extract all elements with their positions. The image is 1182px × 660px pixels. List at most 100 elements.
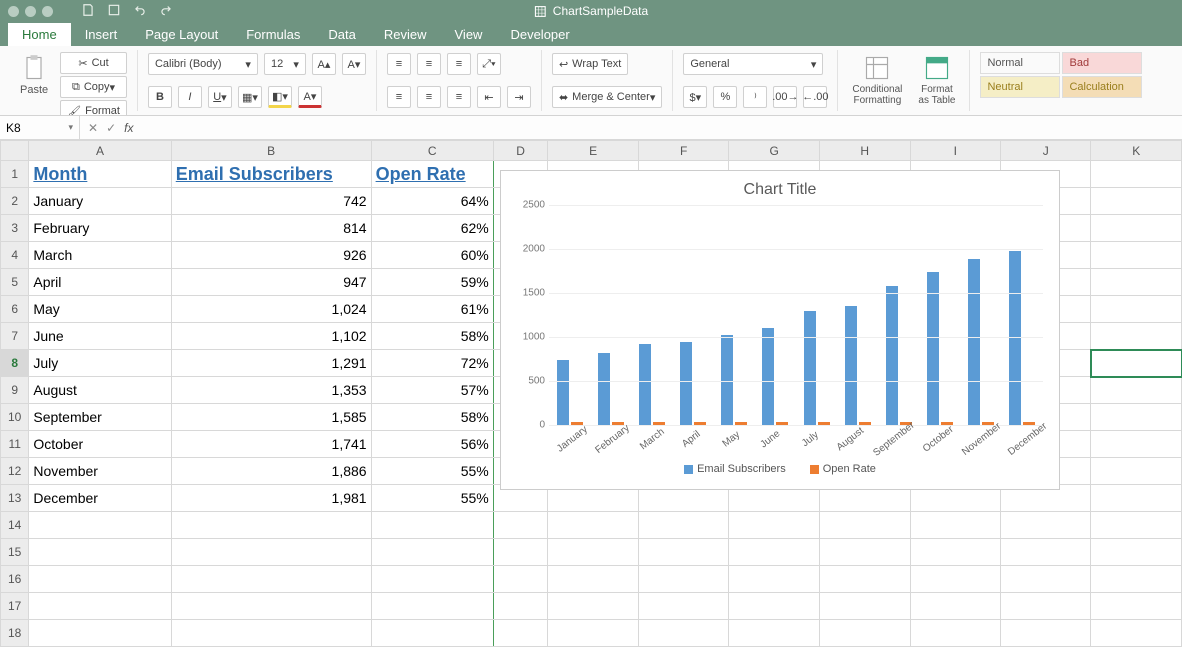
- cell-B14[interactable]: [171, 512, 371, 539]
- cell-D18[interactable]: [493, 620, 548, 647]
- cell-I14[interactable]: [910, 512, 1000, 539]
- cell-B4[interactable]: 926: [171, 242, 371, 269]
- close-window-icon[interactable]: [8, 6, 19, 17]
- save-alt-icon[interactable]: [107, 3, 121, 20]
- cell-H17[interactable]: [820, 593, 911, 620]
- cell-B12[interactable]: 1,886: [171, 458, 371, 485]
- col-header-G[interactable]: G: [729, 141, 820, 161]
- orientation-icon[interactable]: ⤢▾: [477, 53, 501, 75]
- cell-B1[interactable]: Email Subscribers: [171, 161, 371, 188]
- conditional-formatting-button[interactable]: Conditional Formatting: [848, 52, 906, 108]
- align-right-icon[interactable]: ≡: [447, 86, 471, 108]
- cell-A12[interactable]: November: [29, 458, 171, 485]
- font-size-select[interactable]: 12 ▾: [264, 53, 306, 75]
- cell-C9[interactable]: 57%: [371, 377, 493, 404]
- cell-K3[interactable]: [1091, 215, 1182, 242]
- cell-A17[interactable]: [29, 593, 171, 620]
- cell-B8[interactable]: 1,291: [171, 350, 371, 377]
- cell-D16[interactable]: [493, 566, 548, 593]
- cell-B13[interactable]: 1,981: [171, 485, 371, 512]
- style-neutral[interactable]: Neutral: [980, 76, 1060, 98]
- redo-icon[interactable]: [159, 3, 173, 20]
- cell-C8[interactable]: 72%: [371, 350, 493, 377]
- underline-button[interactable]: U▾: [208, 86, 232, 108]
- cell-C6[interactable]: 61%: [371, 296, 493, 323]
- cell-B3[interactable]: 814: [171, 215, 371, 242]
- row-header-9[interactable]: 9: [1, 377, 29, 404]
- cell-C11[interactable]: 56%: [371, 431, 493, 458]
- cell-K7[interactable]: [1091, 323, 1182, 350]
- row-header-11[interactable]: 11: [1, 431, 29, 458]
- cell-C2[interactable]: 64%: [371, 188, 493, 215]
- cut-button[interactable]: ✂ Cut: [60, 52, 127, 74]
- style-normal[interactable]: Normal: [980, 52, 1060, 74]
- increase-font-icon[interactable]: A▴: [312, 53, 336, 75]
- cell-G18[interactable]: [729, 620, 820, 647]
- row-header-10[interactable]: 10: [1, 404, 29, 431]
- minimize-window-icon[interactable]: [25, 6, 36, 17]
- cell-A6[interactable]: May: [29, 296, 171, 323]
- cell-C5[interactable]: 59%: [371, 269, 493, 296]
- decrease-decimal-icon[interactable]: ←.00: [803, 86, 827, 108]
- cell-E17[interactable]: [548, 593, 638, 620]
- cell-A5[interactable]: April: [29, 269, 171, 296]
- cell-B9[interactable]: 1,353: [171, 377, 371, 404]
- tab-view[interactable]: View: [441, 23, 497, 46]
- align-center-icon[interactable]: ≡: [417, 86, 441, 108]
- cell-C14[interactable]: [371, 512, 493, 539]
- cell-A2[interactable]: January: [29, 188, 171, 215]
- number-format-select[interactable]: General ▾: [683, 53, 823, 75]
- cell-A11[interactable]: October: [29, 431, 171, 458]
- cell-C18[interactable]: [371, 620, 493, 647]
- row-header-6[interactable]: 6: [1, 296, 29, 323]
- decrease-indent-icon[interactable]: ⇤: [477, 86, 501, 108]
- cell-K8[interactable]: [1091, 350, 1182, 377]
- merge-center-button[interactable]: ⬌ Merge & Center ▾: [552, 86, 662, 108]
- cell-C7[interactable]: 58%: [371, 323, 493, 350]
- zoom-window-icon[interactable]: [42, 6, 53, 17]
- cell-C3[interactable]: 62%: [371, 215, 493, 242]
- cell-F17[interactable]: [638, 593, 728, 620]
- cell-I15[interactable]: [910, 539, 1000, 566]
- cell-A8[interactable]: July: [29, 350, 171, 377]
- cell-J17[interactable]: [1001, 593, 1091, 620]
- col-header-A[interactable]: A: [29, 141, 171, 161]
- increase-decimal-icon[interactable]: .00→: [773, 86, 797, 108]
- cell-J16[interactable]: [1001, 566, 1091, 593]
- cell-G16[interactable]: [729, 566, 820, 593]
- cell-C4[interactable]: 60%: [371, 242, 493, 269]
- percent-icon[interactable]: %: [713, 86, 737, 108]
- align-bottom-icon[interactable]: ≡: [447, 53, 471, 75]
- font-name-select[interactable]: Calibri (Body) ▾: [148, 53, 258, 75]
- cell-D15[interactable]: [493, 539, 548, 566]
- cell-A18[interactable]: [29, 620, 171, 647]
- cell-K16[interactable]: [1091, 566, 1182, 593]
- cell-K10[interactable]: [1091, 404, 1182, 431]
- row-header-14[interactable]: 14: [1, 512, 29, 539]
- cell-H16[interactable]: [820, 566, 911, 593]
- cell-K11[interactable]: [1091, 431, 1182, 458]
- cell-I16[interactable]: [910, 566, 1000, 593]
- cell-B16[interactable]: [171, 566, 371, 593]
- select-all-cell[interactable]: [1, 141, 29, 161]
- cell-A3[interactable]: February: [29, 215, 171, 242]
- format-painter-button[interactable]: 🖌 Format: [60, 100, 127, 116]
- cell-I17[interactable]: [910, 593, 1000, 620]
- cell-K17[interactable]: [1091, 593, 1182, 620]
- cell-F15[interactable]: [638, 539, 728, 566]
- comma-icon[interactable]: ⁾: [743, 86, 767, 108]
- col-header-I[interactable]: I: [910, 141, 1000, 161]
- style-calculation[interactable]: Calculation: [1062, 76, 1142, 98]
- col-header-F[interactable]: F: [638, 141, 728, 161]
- col-header-D[interactable]: D: [493, 141, 548, 161]
- cell-E18[interactable]: [548, 620, 638, 647]
- cell-J15[interactable]: [1001, 539, 1091, 566]
- col-header-H[interactable]: H: [820, 141, 911, 161]
- cell-B18[interactable]: [171, 620, 371, 647]
- fill-color-button[interactable]: ◧▾: [268, 86, 292, 108]
- formula-input[interactable]: [145, 116, 1182, 139]
- col-header-E[interactable]: E: [548, 141, 638, 161]
- row-header-16[interactable]: 16: [1, 566, 29, 593]
- cell-K15[interactable]: [1091, 539, 1182, 566]
- cell-K4[interactable]: [1091, 242, 1182, 269]
